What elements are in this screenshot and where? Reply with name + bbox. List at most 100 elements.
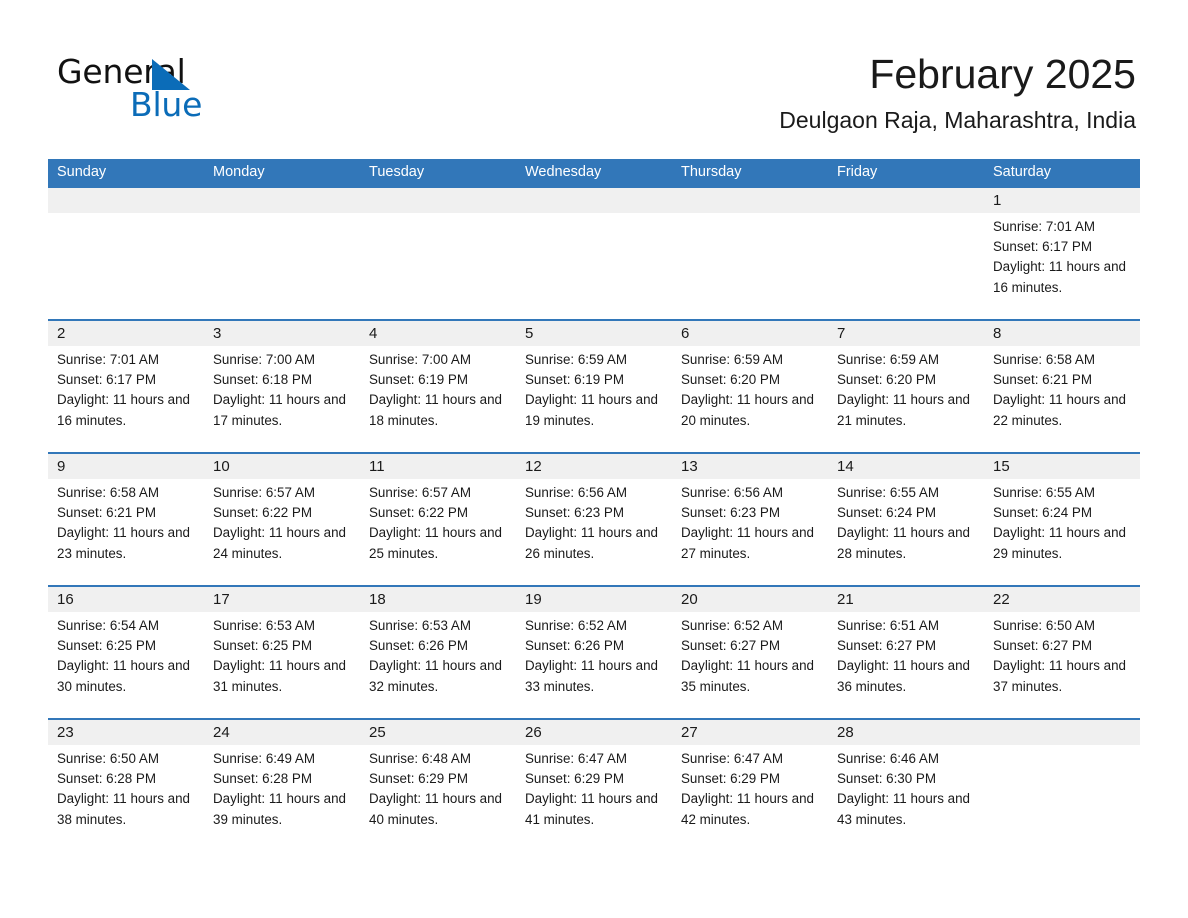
sunrise-text: Sunrise: 6:55 AM	[837, 485, 939, 500]
day-cell[interactable]: 10 Sunrise: 6:57 AM Sunset: 6:22 PM Dayl…	[204, 454, 360, 585]
day-cell[interactable]: 6 Sunrise: 6:59 AM Sunset: 6:20 PM Dayli…	[672, 321, 828, 452]
weekday-header-sunday: Sunday	[57, 164, 107, 180]
sunrise-text: Sunrise: 6:53 AM	[213, 618, 315, 633]
generalblue-logo[interactable]: General Blue	[57, 53, 357, 128]
day-cell[interactable]: 20 Sunrise: 6:52 AM Sunset: 6:27 PM Dayl…	[672, 587, 828, 718]
day-cell[interactable]: 1 Sunrise: 7:01 AM Sunset: 6:17 PM Dayli…	[984, 188, 1140, 319]
day-number: 27	[681, 724, 698, 741]
day-cell[interactable]: 14 Sunrise: 6:55 AM Sunset: 6:24 PM Dayl…	[828, 454, 984, 585]
daylight-text: Daylight: 11 hours and 16 minutes.	[993, 259, 1126, 295]
day-cell[interactable]	[984, 720, 1140, 851]
sunrise-text: Sunrise: 6:53 AM	[369, 618, 471, 633]
page-subtitle: Deulgaon Raja, Maharashtra, India	[779, 107, 1136, 133]
day-cell[interactable]	[204, 188, 360, 319]
page-title: February 2025	[869, 51, 1136, 97]
sunset-text: Sunset: 6:26 PM	[525, 638, 624, 654]
daylight-text: Daylight: 11 hours and 20 minutes.	[681, 392, 814, 428]
sunrise-text: Sunrise: 6:52 AM	[681, 618, 783, 633]
day-info: Sunrise: 6:53 AM Sunset: 6:26 PM Dayligh…	[369, 616, 512, 697]
day-info: Sunrise: 6:56 AM Sunset: 6:23 PM Dayligh…	[525, 483, 668, 564]
day-cell[interactable]	[828, 188, 984, 319]
day-cell[interactable]	[360, 188, 516, 319]
day-cell[interactable]: 9 Sunrise: 6:58 AM Sunset: 6:21 PM Dayli…	[48, 454, 204, 585]
day-number: 15	[993, 458, 1010, 475]
day-cell[interactable]: 24 Sunrise: 6:49 AM Sunset: 6:28 PM Dayl…	[204, 720, 360, 851]
sunrise-text: Sunrise: 6:54 AM	[57, 618, 159, 633]
day-info: Sunrise: 6:56 AM Sunset: 6:23 PM Dayligh…	[681, 483, 824, 564]
day-cell[interactable]	[672, 188, 828, 319]
sunset-text: Sunset: 6:23 PM	[681, 505, 780, 521]
sunset-text: Sunset: 6:20 PM	[681, 372, 780, 388]
day-cell[interactable]: 3 Sunrise: 7:00 AM Sunset: 6:18 PM Dayli…	[204, 321, 360, 452]
day-cell[interactable]: 19 Sunrise: 6:52 AM Sunset: 6:26 PM Dayl…	[516, 587, 672, 718]
title-block: February 2025 Deulgaon Raja, Maharashtra…	[779, 49, 1136, 135]
calendar-grid: Sunday Monday Tuesday Wednesday Thursday…	[48, 159, 1140, 851]
sunrise-text: Sunrise: 6:47 AM	[525, 751, 627, 766]
daylight-text: Daylight: 11 hours and 23 minutes.	[57, 525, 190, 561]
weekday-header-saturday: Saturday	[993, 164, 1052, 180]
day-info: Sunrise: 7:01 AM Sunset: 6:17 PM Dayligh…	[57, 350, 200, 431]
day-info: Sunrise: 6:47 AM Sunset: 6:29 PM Dayligh…	[525, 749, 668, 830]
daylight-text: Daylight: 11 hours and 33 minutes.	[525, 658, 658, 694]
daylight-text: Daylight: 11 hours and 41 minutes.	[525, 791, 658, 827]
day-cell[interactable]: 8 Sunrise: 6:58 AM Sunset: 6:21 PM Dayli…	[984, 321, 1140, 452]
sunset-text: Sunset: 6:21 PM	[57, 505, 156, 521]
sunset-text: Sunset: 6:26 PM	[369, 638, 468, 654]
day-cell[interactable]: 15 Sunrise: 6:55 AM Sunset: 6:24 PM Dayl…	[984, 454, 1140, 585]
daylight-text: Daylight: 11 hours and 19 minutes.	[525, 392, 658, 428]
sunset-text: Sunset: 6:29 PM	[525, 771, 624, 787]
sunset-text: Sunset: 6:23 PM	[525, 505, 624, 521]
day-cell[interactable]: 23 Sunrise: 6:50 AM Sunset: 6:28 PM Dayl…	[48, 720, 204, 851]
day-info: Sunrise: 7:00 AM Sunset: 6:18 PM Dayligh…	[213, 350, 356, 431]
day-number	[369, 188, 512, 213]
day-info: Sunrise: 6:54 AM Sunset: 6:25 PM Dayligh…	[57, 616, 200, 697]
day-info: Sunrise: 7:01 AM Sunset: 6:17 PM Dayligh…	[993, 217, 1136, 298]
weekday-header-tuesday: Tuesday	[369, 164, 425, 180]
day-cell[interactable]: 18 Sunrise: 6:53 AM Sunset: 6:26 PM Dayl…	[360, 587, 516, 718]
day-cell[interactable]: 7 Sunrise: 6:59 AM Sunset: 6:20 PM Dayli…	[828, 321, 984, 452]
day-number: 2	[57, 325, 66, 342]
day-cell[interactable]	[516, 188, 672, 319]
day-cell[interactable]: 12 Sunrise: 6:56 AM Sunset: 6:23 PM Dayl…	[516, 454, 672, 585]
day-cell[interactable]: 21 Sunrise: 6:51 AM Sunset: 6:27 PM Dayl…	[828, 587, 984, 718]
sunrise-text: Sunrise: 6:57 AM	[369, 485, 471, 500]
day-cell[interactable]: 26 Sunrise: 6:47 AM Sunset: 6:29 PM Dayl…	[516, 720, 672, 851]
sunset-text: Sunset: 6:28 PM	[57, 771, 156, 787]
day-number: 12	[525, 458, 542, 475]
day-cell[interactable]: 2 Sunrise: 7:01 AM Sunset: 6:17 PM Dayli…	[48, 321, 204, 452]
day-cell[interactable]: 22 Sunrise: 6:50 AM Sunset: 6:27 PM Dayl…	[984, 587, 1140, 718]
day-cell[interactable]: 13 Sunrise: 6:56 AM Sunset: 6:23 PM Dayl…	[672, 454, 828, 585]
weekday-header-thursday: Thursday	[681, 164, 742, 180]
sunrise-text: Sunrise: 7:00 AM	[369, 352, 471, 367]
day-info: Sunrise: 7:00 AM Sunset: 6:19 PM Dayligh…	[369, 350, 512, 431]
day-cell[interactable]: 27 Sunrise: 6:47 AM Sunset: 6:29 PM Dayl…	[672, 720, 828, 851]
sunset-text: Sunset: 6:29 PM	[369, 771, 468, 787]
day-number: 3	[213, 325, 222, 342]
day-info: Sunrise: 6:53 AM Sunset: 6:25 PM Dayligh…	[213, 616, 356, 697]
day-info: Sunrise: 6:57 AM Sunset: 6:22 PM Dayligh…	[213, 483, 356, 564]
day-number: 1	[993, 192, 1002, 209]
weekday-header-friday: Friday	[837, 164, 878, 180]
day-cell[interactable]: 11 Sunrise: 6:57 AM Sunset: 6:22 PM Dayl…	[360, 454, 516, 585]
day-info: Sunrise: 6:59 AM Sunset: 6:20 PM Dayligh…	[681, 350, 824, 431]
day-cell[interactable]: 16 Sunrise: 6:54 AM Sunset: 6:25 PM Dayl…	[48, 587, 204, 718]
sunset-text: Sunset: 6:25 PM	[213, 638, 312, 654]
sunrise-text: Sunrise: 6:48 AM	[369, 751, 471, 766]
daylight-text: Daylight: 11 hours and 40 minutes.	[369, 791, 502, 827]
day-number: 16	[57, 591, 74, 608]
day-cell[interactable]: 28 Sunrise: 6:46 AM Sunset: 6:30 PM Dayl…	[828, 720, 984, 851]
sunset-text: Sunset: 6:17 PM	[993, 239, 1092, 255]
week-row: 23 Sunrise: 6:50 AM Sunset: 6:28 PM Dayl…	[48, 718, 1140, 851]
day-cell[interactable]: 4 Sunrise: 7:00 AM Sunset: 6:19 PM Dayli…	[360, 321, 516, 452]
day-info: Sunrise: 6:57 AM Sunset: 6:22 PM Dayligh…	[369, 483, 512, 564]
day-cell[interactable]: 25 Sunrise: 6:48 AM Sunset: 6:29 PM Dayl…	[360, 720, 516, 851]
day-cell[interactable]: 5 Sunrise: 6:59 AM Sunset: 6:19 PM Dayli…	[516, 321, 672, 452]
day-number: 10	[213, 458, 230, 475]
day-number: 25	[369, 724, 386, 741]
day-cell[interactable]: 17 Sunrise: 6:53 AM Sunset: 6:25 PM Dayl…	[204, 587, 360, 718]
day-cell[interactable]	[48, 188, 204, 319]
page-header: General Blue February 2025 Deulgaon Raja…	[0, 0, 1188, 152]
day-number: 21	[837, 591, 854, 608]
day-number: 8	[993, 325, 1002, 342]
day-number: 4	[369, 325, 378, 342]
